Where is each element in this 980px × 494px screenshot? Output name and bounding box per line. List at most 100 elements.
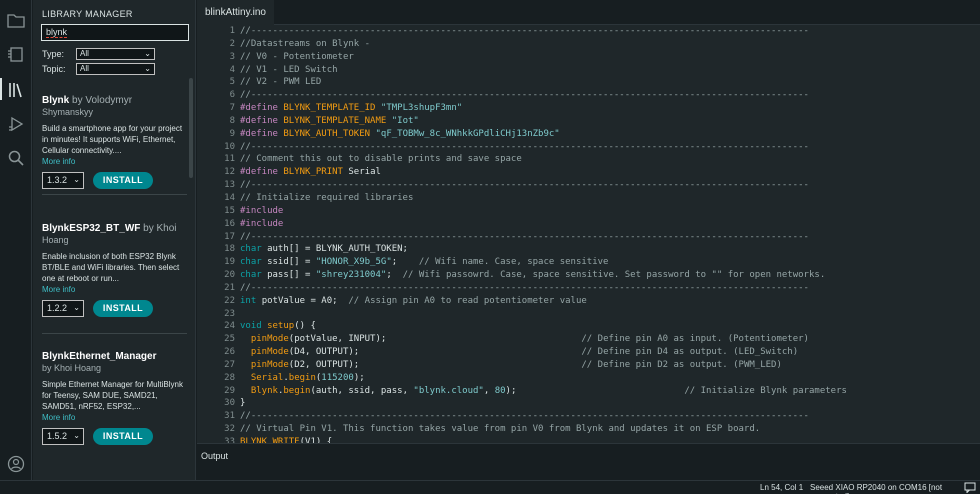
- code-token: pinMode: [250, 334, 289, 345]
- search-value: blynk: [46, 27, 68, 38]
- code-token: #define: [240, 103, 284, 114]
- code-line: #define BLYNK_PRINT Serial: [240, 166, 980, 179]
- line-number: 26: [224, 347, 235, 358]
- version-select[interactable]: 1.5.2 ⌄: [42, 428, 84, 445]
- code-token: () {: [294, 321, 316, 332]
- line-number-gutter: 1 2 3 4 5 6 7 8 9 10 11 12 13 14 15 16 17 18 19 20 21 22 23 24 2…: [197, 25, 237, 443]
- code-line: // Virtual Pin V1. This function takes v…: [240, 423, 980, 436]
- line-number: 29: [224, 385, 235, 396]
- install-button[interactable]: INSTALL: [93, 300, 153, 317]
- code-line: //--------------------------------------…: [240, 282, 980, 295]
- library-scrollbar[interactable]: [189, 78, 193, 178]
- code-token: // Wifi name. Case, space sensitive: [418, 257, 609, 268]
- boards-manager-icon[interactable]: [4, 42, 28, 66]
- chevron-down-icon: ⌄: [73, 431, 80, 440]
- code-line: int potValue = A0; // Assign pin A0 to r…: [240, 295, 980, 308]
- more-info-link[interactable]: More info: [42, 284, 187, 295]
- board-status[interactable]: Seeed XIAO RP2040 on COM16 [not connecte…: [810, 483, 980, 494]
- code-token: (D4, OUTPUT);: [288, 347, 582, 358]
- code-line: BLYNK_WRITE(V1) {: [240, 436, 980, 443]
- tab-blinkattiny[interactable]: blinkAttiny.ino: [197, 0, 274, 25]
- code-line: //--------------------------------------…: [240, 231, 980, 244]
- line-number: 27: [224, 359, 235, 370]
- sketchbook-icon[interactable]: [4, 8, 28, 32]
- more-info-link[interactable]: More info: [42, 412, 187, 423]
- line-number: 15: [224, 205, 235, 216]
- code-token: }: [240, 398, 246, 409]
- divider: [42, 333, 187, 334]
- code-token: // Define pin D4 as output. (LED_Switch): [581, 347, 799, 358]
- code-token: BLYNK_PRINT: [283, 167, 349, 178]
- line-number: 28: [224, 372, 235, 383]
- code-token: //--------------------------------------…: [240, 411, 809, 422]
- code-token: // Assign pin A0 to read potentiometer v…: [348, 295, 587, 306]
- code-token: //Datastreams on Blynk -: [240, 38, 371, 49]
- library-author: Shymanskyy: [42, 107, 94, 117]
- code-line: #include: [240, 218, 980, 231]
- code-token: //--------------------------------------…: [240, 282, 809, 293]
- code-token: Serial: [250, 372, 284, 383]
- debug-icon[interactable]: [4, 112, 28, 136]
- code-token: // Virtual Pin V1. This function takes v…: [240, 424, 761, 435]
- line-number: 25: [224, 334, 235, 345]
- code-token: Serial: [348, 167, 381, 178]
- code-token: #define: [240, 128, 284, 139]
- code-token: ,: [483, 385, 495, 396]
- topic-select[interactable]: All ⌄: [76, 63, 155, 75]
- search-icon[interactable]: [4, 146, 28, 170]
- install-button[interactable]: INSTALL: [93, 428, 153, 445]
- code-token: );: [505, 385, 685, 396]
- code-token: auth[] = BLYNK_AUTH_TOKEN;: [267, 244, 408, 255]
- code-line: pinMode(D2, OUTPUT); // Define pin D2 as…: [240, 359, 980, 372]
- code-token: // V1 - LED Switch: [240, 64, 338, 75]
- line-number: 33: [224, 437, 235, 443]
- library-actions: 1.5.2 ⌄ INSTALL: [42, 428, 187, 446]
- line-number: 6: [229, 90, 235, 101]
- version-select[interactable]: 1.3.2 ⌄: [42, 172, 84, 189]
- code-editor[interactable]: 1 2 3 4 5 6 7 8 9 10 11 12 13 14 15 16 17 18 19 20 21 22 23 24 2…: [197, 25, 980, 443]
- line-number: 5: [229, 77, 235, 88]
- chevron-down-icon: ⌄: [73, 303, 80, 312]
- editor-tab-bar: blinkAttiny.ino: [197, 0, 980, 25]
- install-button[interactable]: INSTALL: [93, 172, 153, 189]
- line-number: 31: [224, 411, 235, 422]
- library-search-input[interactable]: blynk: [41, 24, 189, 41]
- code-line: Blynk.begin(auth, ssid, pass, "blynk.clo…: [240, 385, 980, 398]
- more-info-link[interactable]: More info: [42, 156, 187, 167]
- output-panel: Output: [197, 443, 980, 480]
- code-token: BLYNK_TEMPLATE_ID: [283, 103, 381, 114]
- code-line: pinMode(potValue, INPUT); // Define pin …: [240, 333, 980, 346]
- type-select[interactable]: All ⌄: [76, 48, 155, 60]
- code-token: "blynk.cloud": [413, 385, 484, 396]
- library-name: BlynkEthernet_Manager: [42, 351, 157, 362]
- chevron-down-icon: ⌄: [144, 64, 151, 73]
- code-line: //--------------------------------------…: [240, 179, 980, 192]
- profile-icon[interactable]: [4, 452, 28, 476]
- code-token: // Initialize Blynk parameters: [684, 385, 847, 396]
- active-indicator: [0, 78, 2, 100]
- library-item-blynkesp32: BlynkESP32_BT_WF by Khoi Hoang Enable in…: [42, 222, 187, 318]
- code-token: potValue = A0;: [261, 295, 349, 306]
- code-line: //--------------------------------------…: [240, 410, 980, 423]
- code-line: // V0 - Potentiometer: [240, 51, 980, 64]
- line-number: 9: [229, 128, 235, 139]
- line-number: 8: [229, 115, 235, 126]
- code-token: "qF_TOBMw_8c_WNhkkGPdliCHj13nZb9c": [375, 128, 560, 139]
- code-token: begin: [288, 372, 316, 383]
- line-number: 11: [224, 154, 235, 165]
- output-tab[interactable]: Output: [201, 451, 228, 461]
- code-token: //--------------------------------------…: [240, 180, 809, 191]
- code-token: #define: [240, 115, 284, 126]
- line-number: 1: [229, 26, 235, 36]
- code-area[interactable]: //--------------------------------------…: [240, 25, 980, 443]
- library-manager-panel: LIBRARY MANAGER blynk Type: All ⌄ Topic:…: [33, 0, 196, 480]
- code-token: #include: [240, 218, 284, 229]
- notification-icon[interactable]: [964, 482, 976, 493]
- library-manager-icon[interactable]: [4, 78, 28, 102]
- library-name: BlynkESP32_BT_WF by Khoi: [42, 223, 177, 234]
- code-token: #define: [240, 167, 284, 178]
- version-select[interactable]: 1.2.2 ⌄: [42, 300, 84, 317]
